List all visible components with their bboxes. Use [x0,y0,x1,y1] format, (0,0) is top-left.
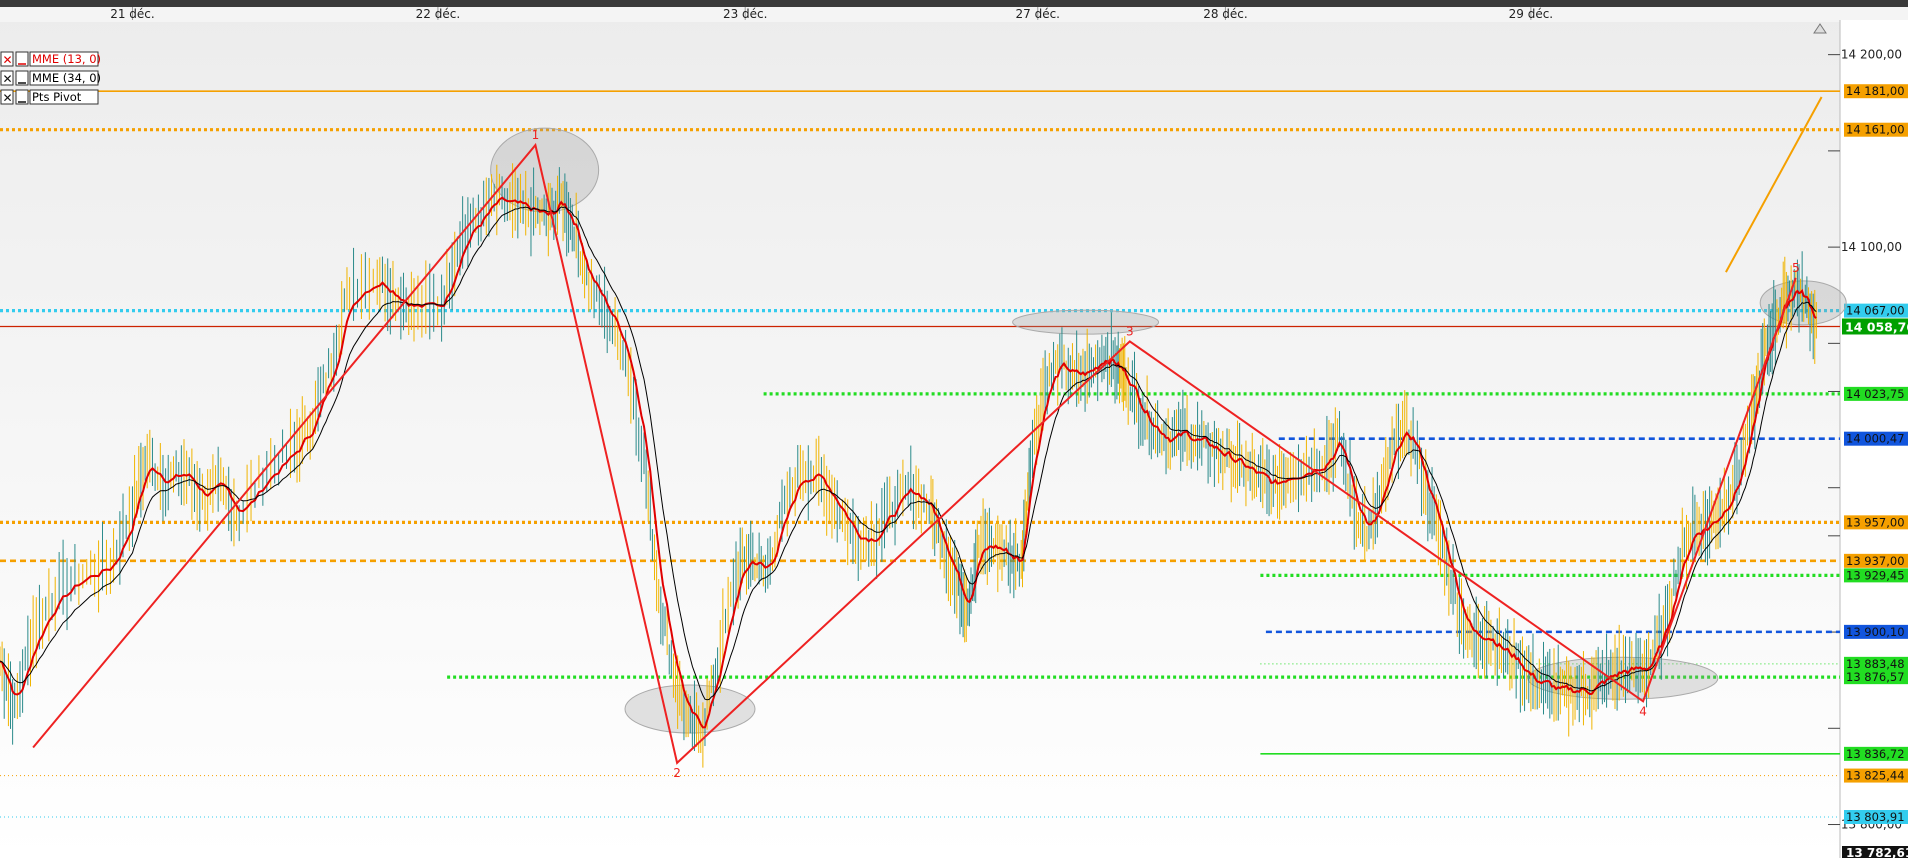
price-tick-label: 14 100,00 [1841,240,1902,254]
wave-label-2: 2 [673,766,681,780]
date-tick-label: 23 déc. [723,7,768,21]
bottom-price-label: 13 782,61 [1846,846,1908,858]
level-label: 13 883,48 [1846,657,1905,671]
level-label: 13 836,72 [1846,747,1905,761]
date-tick-label: 27 déc. [1016,7,1061,21]
wave-label-3: 3 [1126,324,1134,338]
date-tick-label: 21 déc. [110,7,155,21]
level-label: 14 067,00 [1846,304,1905,318]
legend-name: Pts Pivot [32,90,82,104]
legend-close-glyph: ✕ [3,72,13,86]
chart-window: 21 déc. 22 déc. 23 déc. 27 déc. 28 déc. 29 dé… [0,0,1908,858]
date-tick-label: 28 déc. [1203,7,1248,21]
level-label: 14 181,00 [1846,84,1905,98]
level-label: 13 825,44 [1846,769,1905,783]
current-price-label: 14 058,76 [1845,319,1908,334]
level-label: 13 900,10 [1846,625,1905,639]
legend-close-glyph: ✕ [3,53,13,67]
legend-close-glyph: ✕ [3,91,13,105]
date-tick-label: 22 déc. [416,7,461,21]
wave-label-4: 4 [1639,704,1647,718]
level-label: 13 937,00 [1846,554,1905,568]
level-label: 14 000,47 [1846,432,1905,446]
level-label: 13 929,45 [1846,568,1905,582]
legend: ✕ MME (13, 0) ✕ MME (34, 0) ✕ Pts Pivot [0,51,101,105]
level-label: 14 161,00 [1846,123,1905,137]
date-axis [0,7,1908,22]
highlight-ellipse [1012,309,1160,335]
top-toolbar[interactable] [0,0,1908,7]
price-chart[interactable]: 21 déc. 22 déc. 23 déc. 27 déc. 28 déc. 29 dé… [0,0,1908,858]
level-label: 13 876,57 [1846,670,1905,684]
wave-label-5: 5 [1792,261,1800,275]
legend-name: MME (34, 0) [32,71,101,85]
legend-name: MME (13, 0) [32,52,101,66]
price-tick-label: 14 200,00 [1841,48,1902,62]
level-label: 14 023,75 [1846,387,1905,401]
date-tick-label: 29 déc. [1509,7,1554,21]
level-label: 13 957,00 [1846,515,1905,529]
level-label: 13 803,91 [1846,810,1905,824]
wave-label-1: 1 [532,128,540,142]
